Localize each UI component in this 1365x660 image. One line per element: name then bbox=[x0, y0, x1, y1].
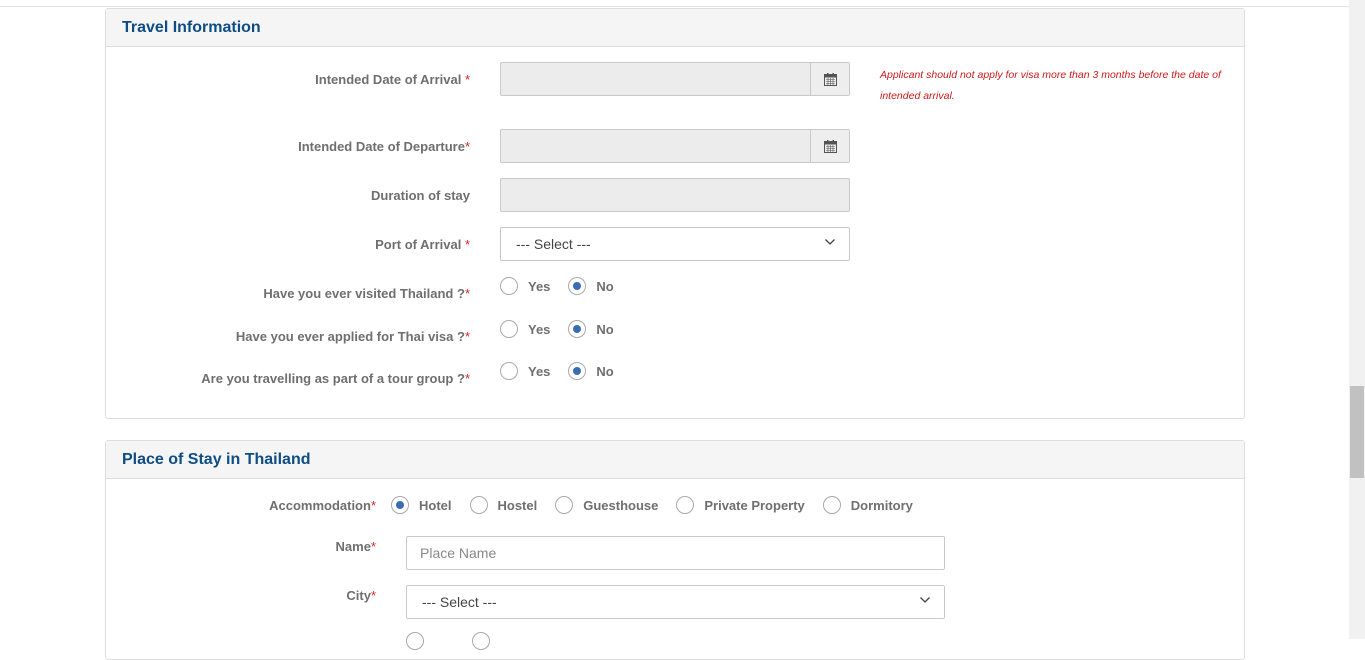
accommodation-hotel[interactable]: Hotel bbox=[391, 496, 452, 514]
city-value: --- Select --- bbox=[422, 594, 497, 610]
tour-group-no[interactable]: No bbox=[568, 362, 614, 380]
port-of-arrival-value: --- Select --- bbox=[516, 236, 591, 252]
radio-label: Guesthouse bbox=[583, 497, 659, 513]
tour-group-label-text: Are you travelling as part of a tour gro… bbox=[201, 371, 465, 386]
radio-circle[interactable] bbox=[500, 320, 518, 338]
radio-circle[interactable] bbox=[822, 496, 841, 514]
departure-date-input[interactable] bbox=[500, 129, 850, 163]
radio-label: Yes bbox=[528, 321, 551, 337]
radio-label: Yes bbox=[528, 363, 551, 379]
arrival-date-label-text: Intended Date of Arrival bbox=[315, 72, 462, 87]
accommodation-guesthouse[interactable]: Guesthouse bbox=[555, 496, 658, 514]
applied-visa-label-text: Have you ever applied for Thai visa ? bbox=[235, 329, 465, 344]
port-of-arrival-select[interactable]: --- Select --- bbox=[500, 227, 850, 261]
departure-date-label: Intended Date of Departure* bbox=[298, 139, 470, 154]
top-divider bbox=[0, 6, 1349, 7]
visited-thailand-no[interactable]: No bbox=[568, 277, 614, 295]
tour-group-yes[interactable]: Yes bbox=[500, 362, 550, 380]
port-of-arrival-label: Port of Arrival * bbox=[375, 237, 470, 252]
panel-title: Place of Stay in Thailand bbox=[122, 450, 311, 468]
radio-label: No bbox=[596, 321, 614, 337]
required-mark: * bbox=[464, 72, 470, 87]
accommodation-radio-group: Hotel Hostel Guesthouse Private Property… bbox=[391, 496, 931, 514]
radio-circle[interactable] bbox=[500, 362, 518, 380]
panel-heading: Place of Stay in Thailand bbox=[106, 441, 1244, 479]
accommodation-label: Accommodation* bbox=[269, 498, 376, 513]
arrival-note: Applicant should not apply for visa more… bbox=[880, 69, 1221, 102]
applied-visa-radio-group: Yes No bbox=[500, 320, 632, 338]
required-mark: * bbox=[464, 139, 470, 154]
duration-label: Duration of stay bbox=[371, 188, 470, 203]
radio-circle[interactable] bbox=[469, 496, 488, 514]
radio-label: Dormitory bbox=[850, 497, 913, 513]
panel-heading: Travel Information bbox=[106, 9, 1244, 47]
required-mark: * bbox=[464, 237, 470, 252]
radio-label: Yes bbox=[528, 278, 551, 294]
scrollbar-thumb[interactable] bbox=[1350, 386, 1364, 478]
tour-group-label: Are you travelling as part of a tour gro… bbox=[201, 371, 470, 386]
city-select[interactable]: --- Select --- bbox=[406, 585, 945, 619]
visited-thailand-label-text: Have you ever visited Thailand ? bbox=[263, 286, 465, 301]
radio-circle[interactable] bbox=[500, 277, 518, 295]
panel-title: Travel Information bbox=[122, 18, 261, 36]
required-mark: * bbox=[370, 588, 376, 603]
required-mark: * bbox=[370, 498, 376, 513]
radio-circle[interactable] bbox=[472, 632, 490, 650]
radio-circle-checked[interactable] bbox=[568, 320, 587, 338]
tour-group-radio-group: Yes No bbox=[500, 362, 632, 380]
accommodation-private-property[interactable]: Private Property bbox=[676, 496, 805, 514]
radio-circle[interactable] bbox=[676, 496, 695, 514]
city-label-text: City bbox=[346, 588, 371, 603]
applied-visa-yes[interactable]: Yes bbox=[500, 320, 550, 338]
duration-input[interactable] bbox=[500, 178, 850, 212]
arrival-date-label: Intended Date of Arrival * bbox=[315, 72, 470, 87]
partial-radio-2[interactable] bbox=[472, 632, 500, 650]
radio-circle-checked[interactable] bbox=[391, 496, 409, 514]
radio-label: No bbox=[596, 363, 614, 379]
chevron-down-icon bbox=[920, 597, 930, 603]
required-mark: * bbox=[464, 286, 470, 301]
departure-date-label-text: Intended Date of Departure bbox=[298, 139, 465, 154]
radio-label: Private Property bbox=[704, 497, 805, 513]
partial-radio-group bbox=[406, 632, 518, 650]
place-name-placeholder: Place Name bbox=[420, 545, 497, 561]
chevron-down-icon bbox=[825, 239, 835, 245]
calendar-icon[interactable] bbox=[810, 130, 849, 162]
radio-label: Hotel bbox=[419, 497, 452, 513]
visited-thailand-radio-group: Yes No bbox=[500, 277, 632, 295]
applied-visa-no[interactable]: No bbox=[568, 320, 614, 338]
city-label: City* bbox=[346, 588, 376, 603]
scrollbar[interactable] bbox=[1349, 0, 1365, 639]
radio-circle-checked[interactable] bbox=[568, 362, 587, 380]
port-of-arrival-label-text: Port of Arrival bbox=[375, 237, 462, 252]
radio-label: No bbox=[596, 278, 614, 294]
radio-circle-checked[interactable] bbox=[568, 277, 587, 295]
visited-thailand-yes[interactable]: Yes bbox=[500, 277, 550, 295]
required-mark: * bbox=[370, 539, 376, 554]
place-name-input[interactable]: Place Name bbox=[406, 536, 945, 570]
partial-radio-1[interactable] bbox=[406, 632, 434, 650]
required-mark: * bbox=[464, 329, 470, 344]
required-mark: * bbox=[464, 371, 470, 386]
place-name-label-text: Name bbox=[335, 539, 371, 554]
place-name-label: Name* bbox=[336, 539, 376, 554]
applied-visa-label: Have you ever applied for Thai visa ?* bbox=[236, 329, 470, 344]
arrival-date-input[interactable] bbox=[500, 62, 850, 96]
radio-label: Hostel bbox=[497, 497, 538, 513]
accommodation-label-text: Accommodation bbox=[269, 498, 371, 513]
accommodation-hostel[interactable]: Hostel bbox=[469, 496, 538, 514]
accommodation-dormitory[interactable]: Dormitory bbox=[822, 496, 913, 514]
radio-circle[interactable] bbox=[555, 496, 574, 514]
calendar-icon[interactable] bbox=[810, 63, 849, 95]
radio-circle[interactable] bbox=[406, 632, 424, 650]
visited-thailand-label: Have you ever visited Thailand ?* bbox=[263, 286, 470, 301]
